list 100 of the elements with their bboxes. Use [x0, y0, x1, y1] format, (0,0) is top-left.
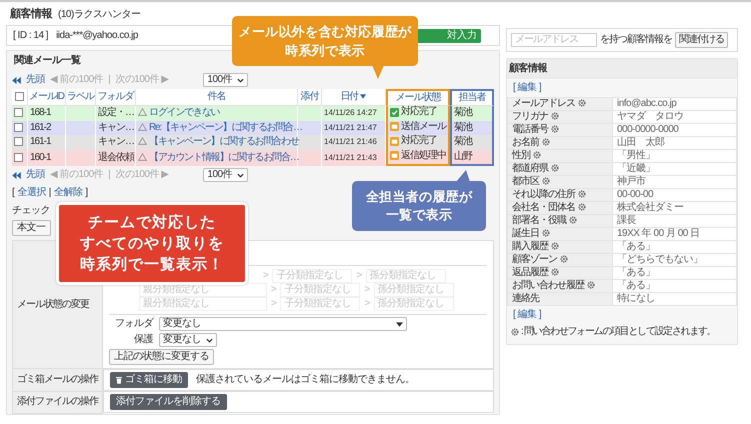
- field-value: info@abc.co.jp: [612, 98, 736, 110]
- callout-bubble: チームで対応した すべてのやり取りを 時系列で一覧表示！: [56, 202, 248, 285]
- field-value: 00-00-00: [612, 188, 736, 202]
- field-label: 誕生日: [512, 228, 539, 239]
- staff-cell: 山野: [450, 150, 494, 166]
- arrow-text: >: [364, 284, 370, 296]
- field-label: 購入履歴: [512, 241, 548, 252]
- arrow-text: >: [263, 270, 268, 282]
- email-address: iida-***@yahoo.co.jp: [56, 30, 138, 42]
- first-page-icon[interactable]: [12, 172, 21, 178]
- search-caption: を持つ顧客情報を: [600, 34, 672, 46]
- mail-row[interactable]: 168-1 設定・… ログインできない 14/11/26 14:27 対応完了 菊池: [12, 106, 494, 120]
- field-value: 19XX 年 00 月 00 日: [612, 228, 736, 240]
- folder-label: フォルダ: [114, 318, 153, 330]
- body-button[interactable]: 本文一: [12, 220, 50, 236]
- arrow-text: >: [271, 284, 276, 296]
- caret-icon: [237, 172, 244, 178]
- field-label: 部署名・役職: [512, 215, 566, 226]
- gear-icon: [511, 328, 519, 336]
- field-label: お問い合わせ履歴: [512, 280, 584, 291]
- first-page-link[interactable]: 先頭: [26, 74, 45, 86]
- field-label: 連絡先: [512, 293, 539, 304]
- callout-pointer-icon: [372, 65, 386, 79]
- mail-status: 返信処理中: [401, 150, 446, 162]
- deselect-all-link[interactable]: 全解除: [54, 187, 82, 199]
- trash-icon: [116, 376, 122, 384]
- id-label: [ ID : 14 ]: [13, 30, 48, 42]
- input-button[interactable]: 対入力: [417, 28, 481, 42]
- field-label: 電話番号: [512, 124, 548, 135]
- subject-link[interactable]: Re:【キャンペーン】に関するお問合…: [149, 122, 302, 133]
- callout-bubble: 全担当者の履歴が 一覧で表示: [352, 181, 486, 231]
- field-label: 返品履歴: [512, 267, 548, 278]
- per-page-select[interactable]: 100件: [203, 168, 248, 182]
- mail-row[interactable]: 160-1 退会依頼 【アカウント情報】に関するお問合… 14/11/21 21:43 返信処理中 山野: [12, 150, 494, 166]
- check-label: チェック: [12, 205, 50, 216]
- delete-attachments-button[interactable]: 添付ファイルを削除する: [110, 394, 226, 410]
- field-value: ヤマダ タロウ: [612, 110, 736, 124]
- protection-select[interactable]: 変更なし: [159, 333, 217, 347]
- field-label: 都市区: [512, 176, 539, 187]
- panel-title: 顧客情報: [507, 59, 737, 79]
- gear-icon: [578, 99, 586, 107]
- field-label: 都道府県: [512, 163, 548, 174]
- bracket-text: ]: [85, 187, 88, 199]
- field-value: 000-0000-0000: [612, 124, 736, 136]
- separator-text: |: [48, 187, 51, 199]
- separator-text: |: [108, 74, 110, 86]
- first-page-link[interactable]: 先頭: [26, 169, 45, 181]
- row-checkbox[interactable]: [14, 137, 23, 146]
- row-checkbox[interactable]: [14, 122, 23, 132]
- subject-link[interactable]: 【アカウント情報】に関するお問合…: [149, 152, 299, 163]
- field-value: 特になし: [612, 292, 736, 306]
- folder-cell: 退会依頼: [96, 150, 136, 166]
- edit-link[interactable]: [ 編集 ]: [513, 309, 542, 320]
- customer-name: (10)ラクスハンター: [58, 9, 140, 21]
- trash-note: 保護されているメールはゴミ箱に移動できません。: [196, 374, 414, 386]
- field-label: 会社名・団体名: [512, 202, 575, 213]
- field-value: 「ある」: [612, 280, 736, 292]
- field-value: 株式会社ダミー: [612, 202, 736, 214]
- mail-id: 160-1: [28, 150, 66, 166]
- field-value: 「近畿」: [612, 162, 736, 176]
- callout-bubble: メール以外を含む対応履歴が 時系列で表示: [232, 16, 418, 66]
- sort-icon: [360, 94, 366, 99]
- caret-icon: [237, 78, 244, 82]
- row-label: 添付ファイルの操作: [12, 391, 102, 413]
- subject-link[interactable]: 【キャンペーン】に関するお問合わせ: [149, 136, 299, 148]
- arrow-text: >: [271, 298, 276, 310]
- mail-row[interactable]: 161-1 キャン… 【キャンペーン】に関するお問合わせ 14/11/21 21:46 対応完了 菊池: [12, 135, 494, 150]
- page-title: 顧客情報: [10, 8, 52, 20]
- mail-row[interactable]: 161-2 キャン… Re:【キャンペーン】に関するお問合… 14/11/21 21:47 送信メール 菊池: [12, 120, 494, 135]
- subject-link[interactable]: ログインできない: [149, 107, 220, 118]
- field-label: フリガナ: [512, 111, 548, 122]
- row-checkbox[interactable]: [14, 152, 23, 162]
- field-value: 「ある」: [612, 240, 736, 254]
- field-value: 課長: [612, 214, 736, 228]
- edit-link[interactable]: [ 編集 ]: [513, 82, 542, 93]
- field-label: 性別: [512, 150, 530, 161]
- panel-title: 関連メール一覧: [14, 55, 80, 66]
- field-label: お名前: [512, 137, 539, 148]
- field-value: 神戸市: [612, 176, 736, 188]
- per-page-select[interactable]: 100件: [203, 73, 248, 87]
- apply-status-button[interactable]: 上記の状態に変更する: [109, 349, 214, 365]
- caret-icon: [206, 338, 213, 342]
- bracket-text: [: [12, 187, 14, 199]
- field-value: 「ある」: [612, 266, 736, 280]
- row-label: ゴミ箱メールの操作: [12, 368, 102, 391]
- folder-select[interactable]: 変更なし: [159, 317, 407, 331]
- link-button[interactable]: 関連付ける: [675, 32, 728, 48]
- field-label: 顧客ゾーン: [512, 254, 557, 265]
- gear-icon: [587, 281, 595, 289]
- date-cell: 14/11/21 21:43: [322, 150, 386, 166]
- caret-icon: [396, 322, 403, 326]
- select-all-checkbox[interactable]: [15, 92, 24, 101]
- field-label: それ以降の住所: [512, 189, 575, 200]
- protection-label: 保護: [133, 334, 153, 346]
- mail-status: 送信メール: [401, 120, 446, 132]
- select-all-link[interactable]: 全選択: [17, 187, 46, 199]
- field-value: 「どちらでもない」: [612, 254, 736, 266]
- move-to-trash-button[interactable]: ゴミ箱に移動: [110, 372, 188, 388]
- row-checkbox[interactable]: [14, 108, 23, 118]
- first-page-icon[interactable]: [12, 76, 21, 84]
